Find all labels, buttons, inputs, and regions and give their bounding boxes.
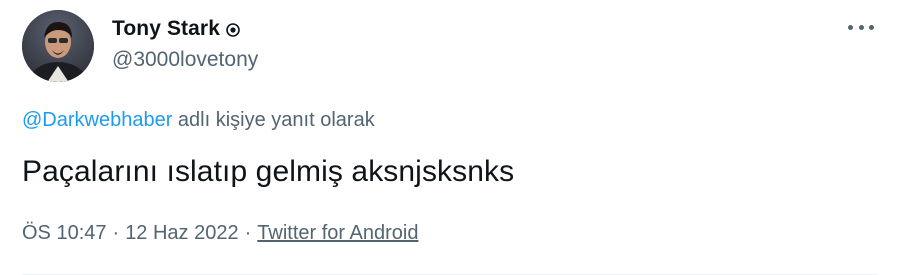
- tweet-source-link[interactable]: Twitter for Android: [257, 222, 418, 244]
- tweet-text: Paçalarını ıslatıp gelmiş aksnjsksnks: [22, 155, 515, 188]
- more-options-button[interactable]: [848, 18, 874, 36]
- more-options-icon-dot: [869, 24, 874, 30]
- author-handle[interactable]: @3000lovetony: [112, 48, 258, 72]
- author-name-row: Tony Stark: [112, 16, 240, 42]
- tweet-card: Tony Stark @3000lovetony @Darkwebhaber a…: [0, 0, 900, 275]
- tweet-time[interactable]: ÖS 10:47: [22, 222, 107, 244]
- verified-badge-icon: [226, 23, 240, 37]
- avatar[interactable]: [22, 10, 94, 82]
- reply-mention-link[interactable]: @Darkwebhaber: [22, 109, 172, 131]
- author-display-name[interactable]: Tony Stark: [112, 17, 220, 41]
- meta-separator: ·: [244, 222, 252, 244]
- reply-context-text: adlı kişiye yanıt olarak: [172, 109, 375, 131]
- reply-context: @Darkwebhaber adlı kişiye yanıt olarak: [22, 109, 375, 132]
- tweet-date[interactable]: 12 Haz 2022: [125, 222, 238, 244]
- tweet-meta: ÖS 10:47 · 12 Haz 2022 · Twitter for Android: [22, 222, 418, 245]
- more-options-icon: [848, 24, 853, 30]
- meta-separator: ·: [112, 222, 120, 244]
- more-options-icon-dot: [858, 24, 864, 30]
